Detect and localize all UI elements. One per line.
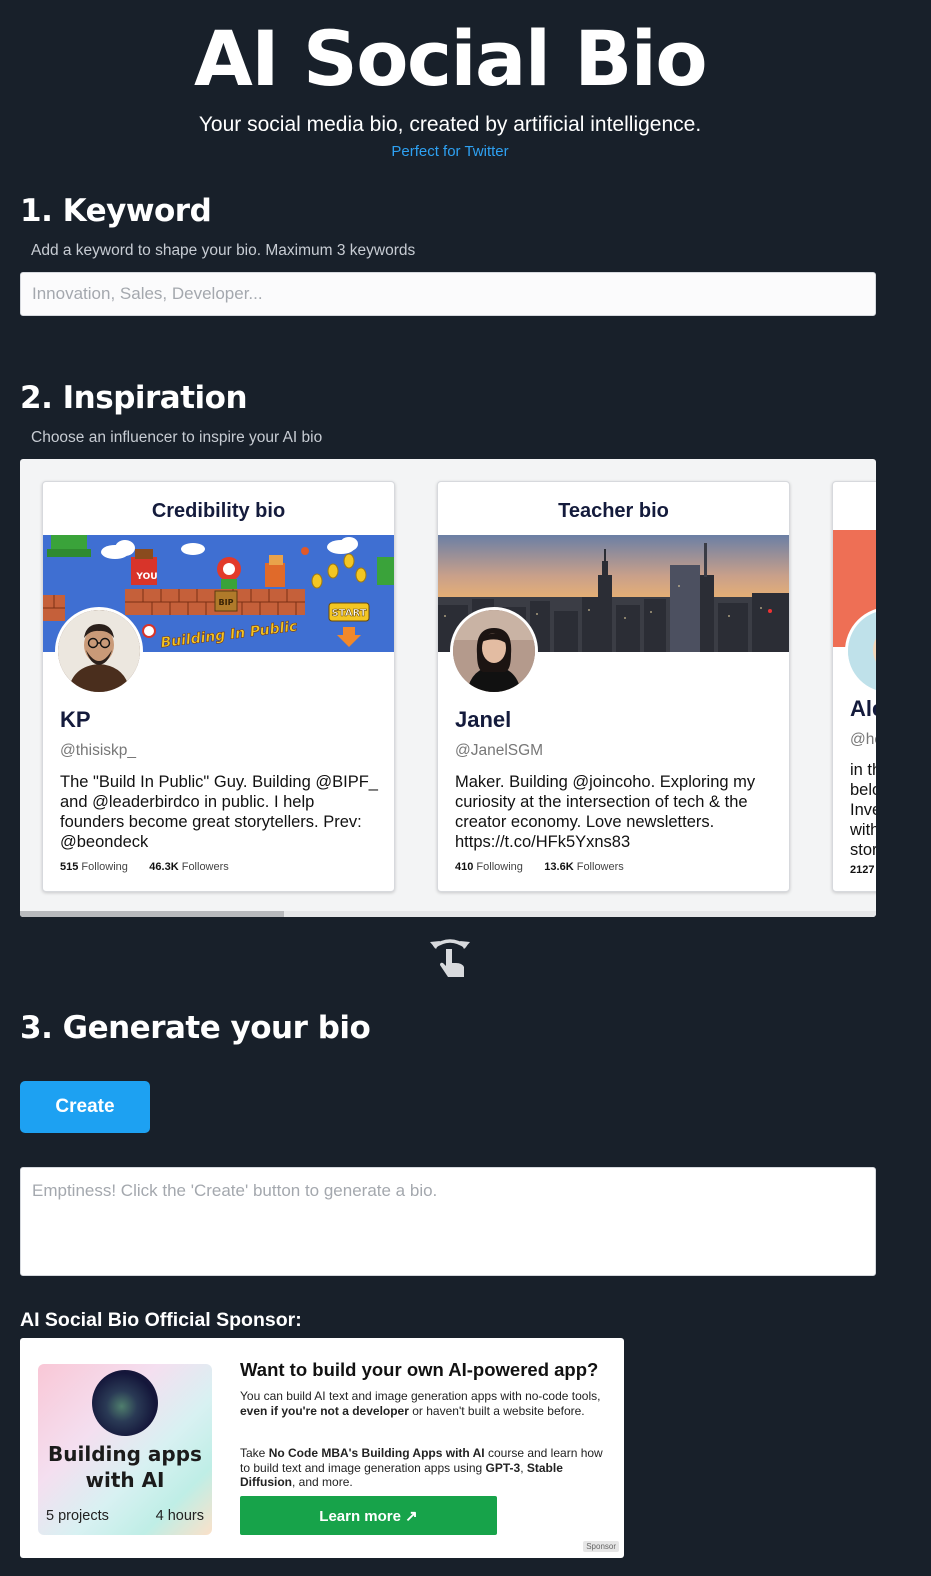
sponsor-label: AI Social Bio Official Sponsor: — [20, 1309, 302, 1331]
start-sign-label: START — [331, 608, 366, 619]
create-button[interactable]: Create — [20, 1081, 150, 1133]
sponsor-paragraph-1: You can build AI text and image generati… — [240, 1389, 610, 1418]
following-count: 410 — [455, 861, 474, 873]
sponsor-text: or haven't built a website before. — [408, 1403, 585, 1418]
following-label: Following — [476, 861, 523, 873]
sponsor-text: You can build AI text and image generati… — [240, 1389, 601, 1403]
influencer-stats: 515 Following 46.3K Followers — [60, 861, 229, 873]
card-title: Credibility bio — [151, 500, 286, 522]
followers-count: 13.6K — [544, 861, 574, 873]
banner-you-label: YOU — [135, 572, 157, 582]
influencer-name: Janel — [455, 707, 512, 732]
influencer-stats: 410 Following 13.6K Followers — [455, 861, 624, 873]
following-count: 515 — [60, 861, 79, 873]
influencer-bio: The "Build In Public" Guy. Building @BIP… — [60, 773, 378, 851]
sponsor-image-title: Building apps with AI — [48, 1442, 202, 1492]
sponsor-projects: 5 projects — [46, 1508, 109, 1524]
bio-output[interactable] — [20, 1167, 876, 1276]
influencer-name: Ale — [850, 696, 876, 721]
followers-count: 46.3K — [149, 861, 179, 873]
followers-label: Followers — [181, 861, 229, 873]
sponsor-badge: Sponsor — [583, 1541, 619, 1552]
bio-line: belo — [850, 781, 876, 799]
bio-line: stor — [850, 841, 876, 859]
sponsor-text: Take — [240, 1446, 269, 1460]
sponsor-paragraph-2: Take No Code MBA's Building Apps with AI… — [240, 1446, 610, 1490]
avatar — [450, 607, 538, 695]
sponsor-text-bold: even if you're not a developer — [240, 1403, 409, 1418]
influencer-name: KP — [60, 707, 91, 732]
app-subtitle: Your social media bio, created by artifi… — [198, 113, 702, 136]
sponsor-image[interactable]: Building apps with AI 5 projects 4 hours — [38, 1364, 212, 1535]
card-title: Teacher bio — [558, 500, 669, 522]
avatar — [55, 607, 143, 695]
influencer-bio: Maker. Building @joincoho. Exploring my … — [455, 773, 756, 851]
carousel-scrollbar-thumb[interactable] — [20, 911, 284, 917]
sponsor-text-bold: GPT-3 — [485, 1460, 521, 1475]
bio-line: with — [850, 821, 876, 839]
bio-line: Inve — [850, 801, 876, 819]
influencer-card-partial[interactable]: Ale @he in th belo Inve with stor 2127 — [832, 481, 876, 892]
sponsor-text: , — [520, 1460, 527, 1475]
influencer-carousel[interactable]: Credibility bio BIP YOU START Building I… — [20, 459, 876, 917]
following-count: 2127 — [850, 864, 875, 876]
app-title: AI Social Bio — [193, 14, 708, 103]
twitter-link[interactable]: Perfect for Twitter — [0, 143, 900, 160]
keyword-hint: Add a keyword to shape your bio. Maximum… — [31, 242, 416, 259]
influencer-bio: in th belo Inve with stor — [850, 760, 876, 860]
influencer-handle: @JanelSGM — [455, 742, 544, 759]
influencer-card-kp[interactable]: Credibility bio BIP YOU START Building I… — [42, 481, 395, 892]
sponsor-text: , and more. — [292, 1475, 353, 1489]
bio-line: in th — [850, 761, 876, 779]
bip-block-label: BIP — [219, 598, 234, 607]
inspiration-hint: Choose an influencer to inspire your AI … — [31, 429, 323, 446]
followers-label: Followers — [576, 861, 624, 873]
influencer-handle: @he — [850, 731, 876, 748]
sponsor-heading: Want to build your own AI-powered app? — [240, 1359, 599, 1380]
sponsor-text-bold: No Code MBA's Building Apps with AI — [268, 1446, 485, 1460]
swipe-hand-icon — [428, 933, 472, 979]
keyword-input[interactable] — [20, 272, 876, 316]
sponsor-card[interactable]: Building apps with AI 5 projects 4 hours… — [20, 1338, 624, 1558]
generate-heading: 3. Generate your bio — [20, 1010, 371, 1046]
globe-icon — [92, 1370, 158, 1436]
inspiration-heading: 2. Inspiration — [20, 380, 248, 416]
sponsor-hours: 4 hours — [155, 1508, 204, 1524]
influencer-handle: @thisiskp_ — [60, 742, 137, 759]
following-label: Following — [81, 861, 128, 873]
keyword-heading: 1. Keyword — [20, 193, 212, 229]
learn-more-button[interactable]: Learn more ↗ — [240, 1496, 497, 1535]
influencer-stats: 2127 — [850, 864, 874, 876]
influencer-card-janel[interactable]: Teacher bio Janel @JanelSGM Maker. Build… — [437, 481, 790, 892]
